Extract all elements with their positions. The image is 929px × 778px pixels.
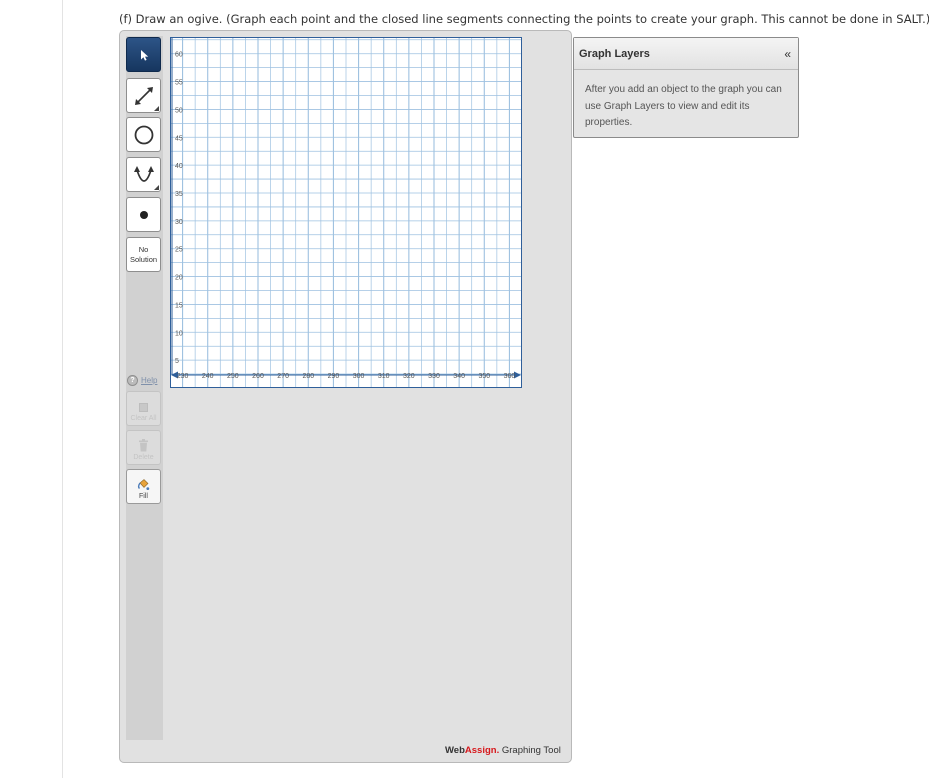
page-left-rule [62,0,63,778]
y-tick-label: 25 [175,247,183,254]
brand-web: Web [445,745,465,756]
coordinate-grid[interactable]: 60 55 50 45 40 35 30 25 20 15 10 5 230 240 250 260 270 28… [170,37,522,388]
trash-icon [139,439,148,452]
y-tick-label: 15 [175,302,183,309]
y-tick-label: 40 [175,163,183,170]
help-label: Help [141,376,158,385]
paint-bucket-icon [137,479,150,490]
brand-assign: Assign [464,745,497,756]
y-tick-label: 35 [175,191,183,198]
y-tick-label: 5 [175,358,179,365]
no-solution-button[interactable]: No Solution [126,237,161,272]
submenu-indicator-icon [154,106,159,111]
circle-icon [134,125,153,144]
help-link[interactable]: ? Help [127,375,157,386]
y-tick-label: 30 [175,219,183,226]
point-tool-button[interactable] [126,197,161,232]
clear-all-icon [139,403,148,412]
y-tick-label: 55 [175,80,183,87]
y-tick-label: 60 [175,52,183,59]
pointer-tool-button[interactable] [126,37,161,72]
graph-layers-header: Graph Layers « [574,38,798,70]
fill-label: Fill [139,493,148,500]
x-tick-label: 270 [277,373,289,380]
no-solution-label-line1: No [138,244,149,254]
circle-tool-button[interactable] [126,117,161,152]
fill-button[interactable]: Fill [126,469,161,504]
clear-all-label: Clear All [130,415,157,422]
graph-layers-title: Graph Layers [579,47,650,60]
parabola-tool-button[interactable] [126,157,161,192]
y-tick-label: 50 [175,107,183,114]
graph-area[interactable]: 60 55 50 45 40 35 30 25 20 15 10 5 230 240 250 260 270 28… [170,37,522,388]
x-tick-label: 350 [478,373,490,380]
no-solution-label-line2: Solution [129,254,158,264]
x-tick-label: 320 [403,373,415,380]
x-tick-label: 360 [504,373,516,380]
x-tick-label: 310 [378,373,390,380]
x-tick-label: 230 [177,373,189,380]
x-tick-label: 300 [353,373,365,380]
parabola-icon [133,165,154,182]
clear-all-button[interactable]: Clear All [126,391,161,426]
webassign-branding: WebAssign. Graphing Tool [445,745,561,756]
x-tick-label: 260 [252,373,264,380]
x-tick-label: 280 [302,373,314,380]
y-tick-label: 20 [175,275,183,282]
graph-layers-description: After you add an object to the graph you… [585,84,782,128]
help-icon: ? [127,375,138,386]
collapse-panel-icon[interactable]: « [784,47,791,61]
delete-label: Delete [133,454,154,461]
x-tick-label: 250 [227,373,239,380]
question-text: (f) Draw an ogive. (Graph each point and… [119,12,929,26]
x-tick-label: 290 [328,373,340,380]
line-arrows-icon [134,86,153,105]
x-tick-label: 340 [453,373,465,380]
delete-button[interactable]: Delete [126,430,161,465]
x-tick-label: 330 [428,373,440,380]
brand-tail: Graphing Tool [499,745,561,756]
line-tool-button[interactable] [126,78,161,113]
x-tick-label: 240 [202,373,214,380]
arrow-pointer-icon [140,49,148,61]
y-tick-label: 10 [175,330,183,337]
submenu-indicator-icon [154,185,159,190]
y-tick-label: 45 [175,135,183,142]
graph-layers-panel: Graph Layers « After you add an object t… [573,37,799,138]
point-icon [139,210,148,219]
